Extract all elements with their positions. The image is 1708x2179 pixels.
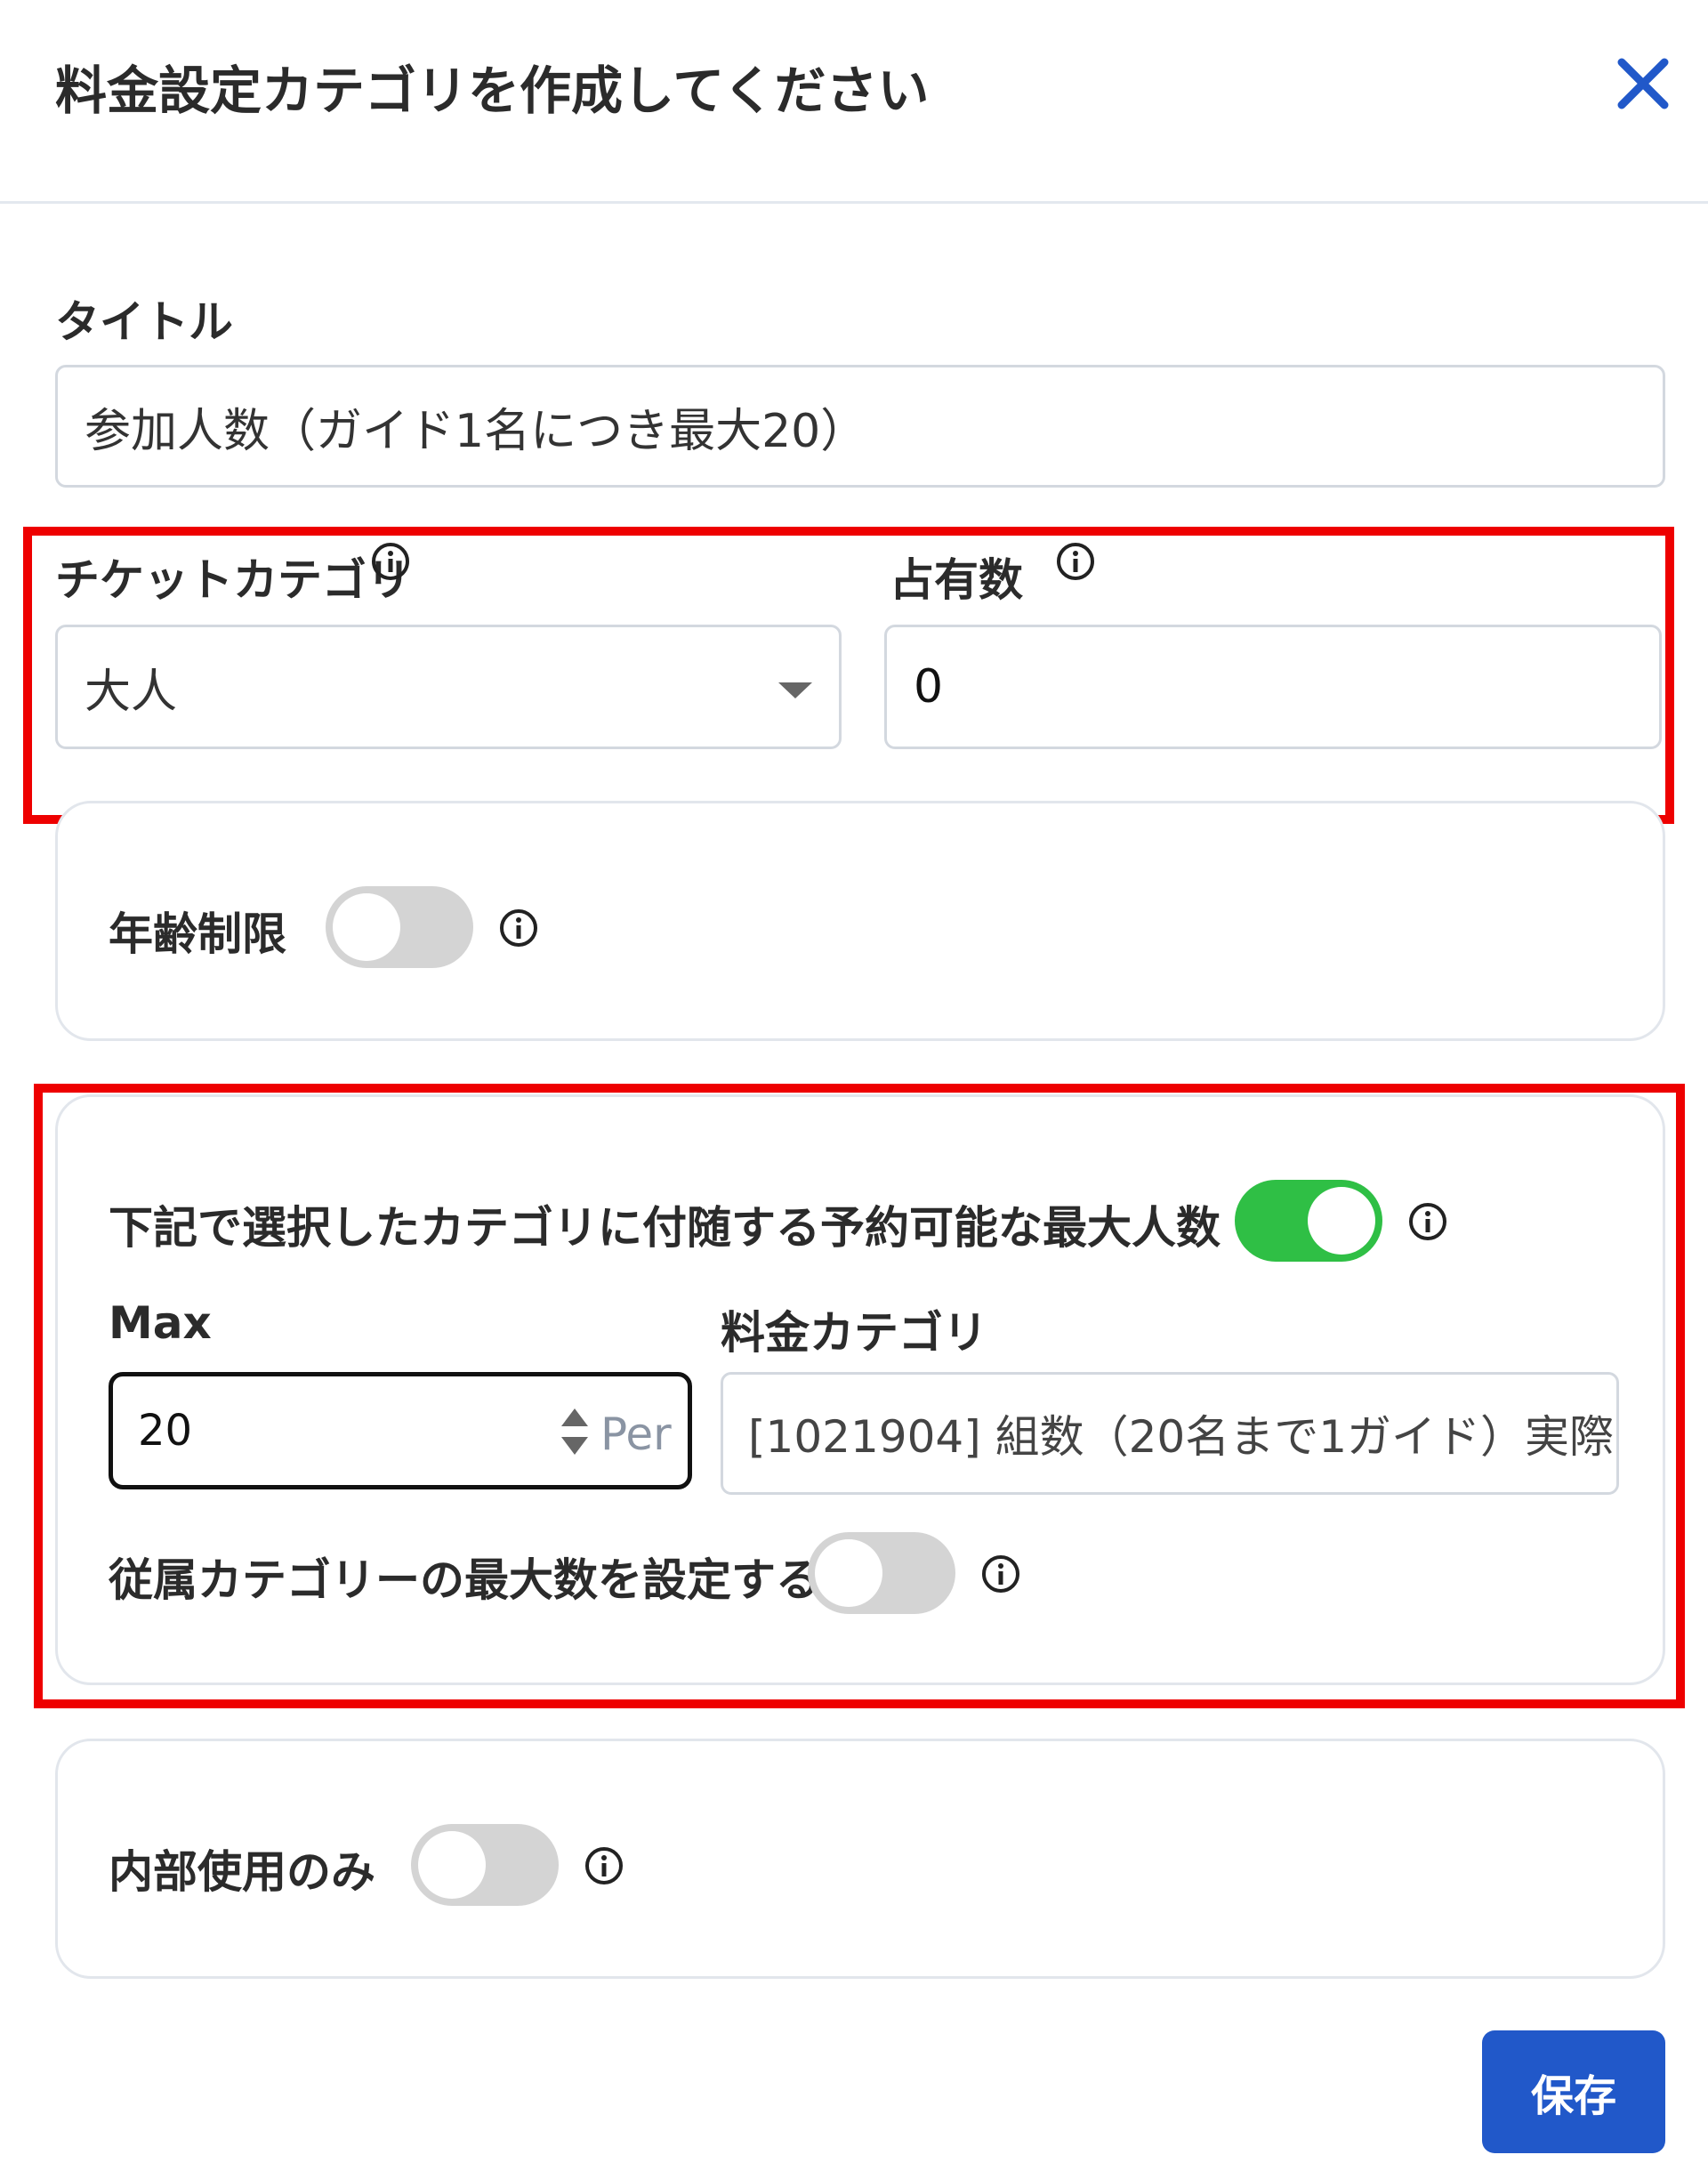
title-input[interactable]: 参加人数（ガイド1名につき最大20） <box>55 365 1665 488</box>
age-limit-card <box>55 801 1665 1041</box>
toggle-knob <box>1308 1187 1375 1255</box>
spinner-icon[interactable] <box>560 1407 590 1457</box>
sub-category-label: 従属カテゴリーの最大数を設定する <box>109 1554 820 1606</box>
occupancy-label: 占有数 <box>890 554 1023 606</box>
max-value: 20 <box>138 1406 193 1456</box>
close-icon <box>1617 58 1669 109</box>
max-people-label: 下記で選択したカテゴリに付随する予約可能な最大人数 <box>109 1202 1221 1254</box>
modal-title: 料金設定カテゴリを作成してください <box>55 61 930 121</box>
chevron-down-icon <box>778 682 812 698</box>
toggle-knob <box>333 893 400 961</box>
info-icon[interactable] <box>1055 541 1096 582</box>
internal-only-toggle[interactable] <box>411 1824 559 1906</box>
price-category-label: 料金カテゴリ <box>721 1307 987 1359</box>
ticket-category-value: 大人 <box>85 665 178 719</box>
info-icon[interactable] <box>498 908 539 948</box>
max-number-input[interactable]: 20 Per <box>109 1372 692 1489</box>
save-button[interactable]: 保存 <box>1482 2030 1665 2153</box>
unit-label: Per <box>600 1408 672 1460</box>
info-icon[interactable] <box>584 1845 624 1886</box>
age-limit-label: 年齢制限 <box>109 908 286 960</box>
price-category-select[interactable]: [1021904] 組数（20名まで1ガイド）実際の <box>721 1372 1619 1495</box>
info-icon[interactable] <box>370 541 411 582</box>
title-label: タイトル <box>55 296 233 348</box>
header-divider <box>0 201 1708 204</box>
toggle-knob <box>418 1831 486 1899</box>
internal-only-label: 内部使用のみ <box>109 1846 375 1898</box>
ticket-category-label: チケットカテゴリ <box>55 554 411 606</box>
age-limit-toggle[interactable] <box>326 886 473 968</box>
sub-category-toggle[interactable] <box>808 1532 955 1614</box>
ticket-category-select[interactable]: 大人 <box>55 625 842 749</box>
close-button[interactable] <box>1615 55 1672 112</box>
info-icon[interactable] <box>980 1554 1021 1594</box>
info-icon[interactable] <box>1407 1201 1448 1242</box>
toggle-knob <box>815 1539 882 1607</box>
max-people-toggle[interactable] <box>1235 1180 1382 1262</box>
max-label: Max <box>109 1297 212 1349</box>
occupancy-input[interactable]: 0 <box>884 625 1662 749</box>
